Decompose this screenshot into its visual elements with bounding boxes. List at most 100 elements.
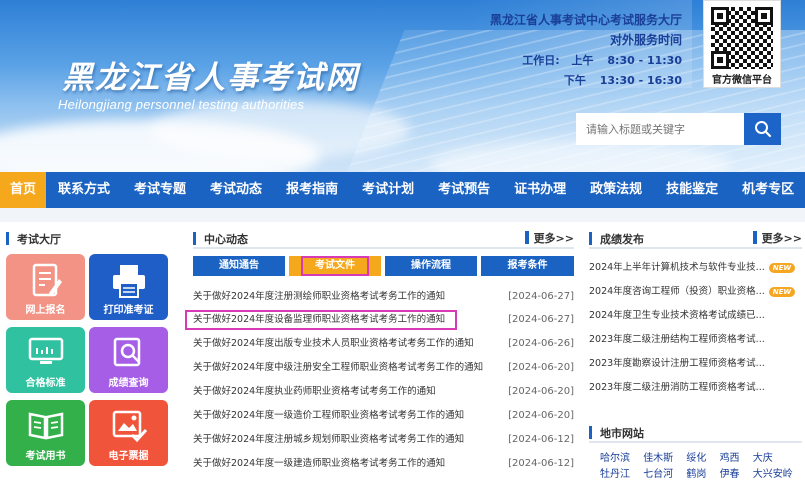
- morning-hours: 工作日: 上午 8:30 - 11:30: [466, 52, 682, 68]
- news-title[interactable]: 关于做好2024年度执业药师职业资格考试考务工作的通知: [193, 380, 505, 403]
- city-link[interactable]: 牡丹江: [600, 469, 630, 480]
- news-date: [2024-06-20]: [508, 362, 574, 373]
- result-item[interactable]: 2024年上半年计算机技术与软件专业技... NEW: [589, 256, 805, 279]
- result-title[interactable]: 2023年度二级注册消防工程师资格考试...: [589, 382, 765, 393]
- result-title[interactable]: 2023年度勘察设计注册工程师资格考试...: [589, 358, 765, 369]
- news-date: [2024-06-12]: [508, 458, 574, 469]
- result-title[interactable]: 2023年度二级注册结构工程师资格考试...: [589, 334, 765, 345]
- city-link[interactable]: 七台河: [643, 469, 673, 480]
- results-title: 成绩发布: [600, 233, 644, 246]
- city-link[interactable]: 佳木斯: [643, 453, 673, 464]
- nav-item-certificate[interactable]: 证书办理: [502, 172, 578, 208]
- nav-item-home[interactable]: 首页: [0, 172, 47, 208]
- highlight-frame: [301, 256, 369, 276]
- result-item[interactable]: 2023年度二级注册结构工程师资格考试...: [589, 328, 805, 351]
- header-banner: 黑龙江省人事考试网 Heilongjiang personnel testing…: [0, 0, 805, 172]
- tab-process[interactable]: 操作流程: [385, 256, 477, 276]
- result-item[interactable]: 2024年度卫生专业技术资格考试成绩已...: [589, 304, 805, 327]
- tab-requirements[interactable]: 报考条件: [481, 256, 574, 276]
- news-title[interactable]: 关于做好2024年度注册测绘师职业资格考试考务工作的通知: [193, 285, 505, 308]
- news-title[interactable]: 关于做好2024年度注册城乡规划师职业资格考试考务工作的通知: [193, 428, 505, 451]
- results-more-link[interactable]: 更多>>: [752, 230, 802, 246]
- city-link[interactable]: 大兴安岭: [753, 469, 793, 480]
- search-bar: [576, 113, 781, 145]
- tile-label: 合格标准: [25, 378, 66, 389]
- nav-item-contact[interactable]: 联系方式: [46, 172, 122, 208]
- search-input[interactable]: [576, 113, 744, 145]
- city-link[interactable]: 哈尔滨: [600, 453, 630, 464]
- qr-code-icon: [711, 7, 773, 69]
- site-title[interactable]: 黑龙江省人事考试网: [62, 52, 359, 97]
- tile-print-admission[interactable]: 打印准考证: [89, 254, 168, 320]
- tab-label: 通知通告: [219, 260, 259, 271]
- registration-form-icon: [32, 263, 62, 297]
- nav-item-exam-preview[interactable]: 考试预告: [426, 172, 502, 208]
- tile-online-registration[interactable]: 网上报名: [6, 254, 85, 320]
- tile-e-invoice[interactable]: 电子票据: [89, 400, 168, 466]
- results-header: 成绩发布 更多>>: [589, 227, 802, 249]
- search-icon: [754, 121, 771, 138]
- nav-item-policy[interactable]: 政策法规: [578, 172, 654, 208]
- result-title[interactable]: 2024年上半年计算机技术与软件专业技...: [589, 262, 765, 273]
- result-item[interactable]: 2024年度咨询工程师（投资）职业资格... NEW: [589, 280, 805, 303]
- result-title[interactable]: 2024年度咨询工程师（投资）职业资格...: [589, 286, 765, 297]
- news-title[interactable]: 关于做好2024年度中级注册安全工程师职业资格考试考务工作的通知: [193, 356, 505, 379]
- tab-label: 报考条件: [507, 260, 548, 271]
- divider-strip: [0, 208, 805, 222]
- news-item[interactable]: 关于做好2024年度中级注册安全工程师职业资格考试考务工作的通知 [2024-0…: [193, 356, 574, 379]
- city-link[interactable]: 鸡西: [720, 453, 740, 464]
- center-news-header: 中心动态 更多>>: [193, 227, 574, 249]
- workday-label: 工作日:: [522, 54, 560, 67]
- new-badge: NEW: [768, 286, 796, 297]
- city-link[interactable]: 伊春: [720, 469, 740, 480]
- news-date: [2024-06-20]: [508, 386, 574, 397]
- site-subtitle: Heilongjiang personnel testing authoriti…: [58, 97, 305, 112]
- news-item[interactable]: 关于做好2024年度出版专业技术人员职业资格考试考务工作的通知 [2024-06…: [193, 332, 574, 355]
- tile-pass-standard[interactable]: 合格标准: [6, 327, 85, 393]
- tile-label: 成绩查询: [108, 378, 149, 389]
- result-title[interactable]: 2024年度卫生专业技术资格考试成绩已...: [589, 310, 765, 321]
- result-item[interactable]: 2023年度勘察设计注册工程师资格考试...: [589, 352, 805, 375]
- book-icon: [28, 412, 63, 440]
- news-title[interactable]: 关于做好2024年度一级建造师职业资格考试考务工作的通知: [193, 452, 505, 475]
- tile-score-query[interactable]: 成绩查询: [89, 327, 168, 393]
- printer-icon: [112, 265, 145, 298]
- tab-exam-documents[interactable]: 考试文件: [289, 256, 381, 276]
- tile-exam-books[interactable]: 考试用书: [6, 400, 85, 466]
- city-links-row: 哈尔滨 佳木斯 绥化 鸡西 大庆: [600, 449, 783, 464]
- wechat-label: 官方微信平台: [712, 75, 772, 86]
- news-item[interactable]: 关于做好2024年度执业药师职业资格考试考务工作的通知 [2024-06-20]: [193, 380, 574, 403]
- city-link[interactable]: 大庆: [753, 453, 773, 464]
- service-hours-panel: 黑龙江省人事考试中心考试服务大厅 对外服务时间 工作日: 上午 8:30 - 1…: [466, 0, 692, 88]
- news-title[interactable]: 关于做好2024年度出版专业技术人员职业资格考试考务工作的通知: [193, 332, 505, 355]
- center-more-link[interactable]: 更多>>: [524, 230, 574, 246]
- news-title[interactable]: 关于做好2024年度一级造价工程师职业资格考试考务工作的通知: [193, 404, 505, 427]
- service-org: 黑龙江省人事考试中心考试服务大厅: [489, 13, 682, 27]
- news-date: [2024-06-27]: [508, 314, 574, 325]
- nav-item-guide[interactable]: 报考指南: [274, 172, 350, 208]
- nav-item-exam-news[interactable]: 考试动态: [198, 172, 274, 208]
- hall-header: 考试大厅: [6, 227, 170, 249]
- nav-item-skill[interactable]: 技能鉴定: [654, 172, 730, 208]
- news-item[interactable]: 关于做好2024年度一级建造师职业资格考试考务工作的通知 [2024-06-12…: [193, 452, 574, 475]
- news-date: [2024-06-27]: [508, 291, 574, 302]
- news-item[interactable]: 关于做好2024年度注册城乡规划师职业资格考试考务工作的通知 [2024-06-…: [193, 428, 574, 451]
- news-item[interactable]: 关于做好2024年度注册测绘师职业资格考试考务工作的通知 [2024-06-27…: [193, 285, 574, 308]
- new-badge: NEW: [768, 262, 796, 273]
- city-link[interactable]: 绥化: [686, 453, 706, 464]
- main-nav: 首页 联系方式 考试专题 考试动态 报考指南 考试计划 考试预告 证书办理 政策…: [0, 172, 805, 208]
- tab-notices[interactable]: 通知通告: [193, 256, 285, 276]
- nav-item-exam-plan[interactable]: 考试计划: [350, 172, 426, 208]
- tile-label: 电子票据: [108, 451, 149, 462]
- cities-header: 地市网站: [589, 421, 802, 443]
- news-date: [2024-06-12]: [508, 434, 574, 445]
- nav-item-computer-exam[interactable]: 机考专区: [730, 172, 805, 208]
- result-item[interactable]: 2023年度二级注册消防工程师资格考试...: [589, 376, 805, 399]
- city-link[interactable]: 鹤岗: [686, 469, 706, 480]
- highlight-frame: [185, 310, 457, 330]
- search-button[interactable]: [744, 113, 781, 145]
- center-news-title: 中心动态: [204, 233, 248, 246]
- nav-item-exam-topics[interactable]: 考试专题: [122, 172, 198, 208]
- afternoon-label: 下午: [563, 74, 586, 87]
- news-item[interactable]: 关于做好2024年度一级造价工程师职业资格考试考务工作的通知 [2024-06-…: [193, 404, 574, 427]
